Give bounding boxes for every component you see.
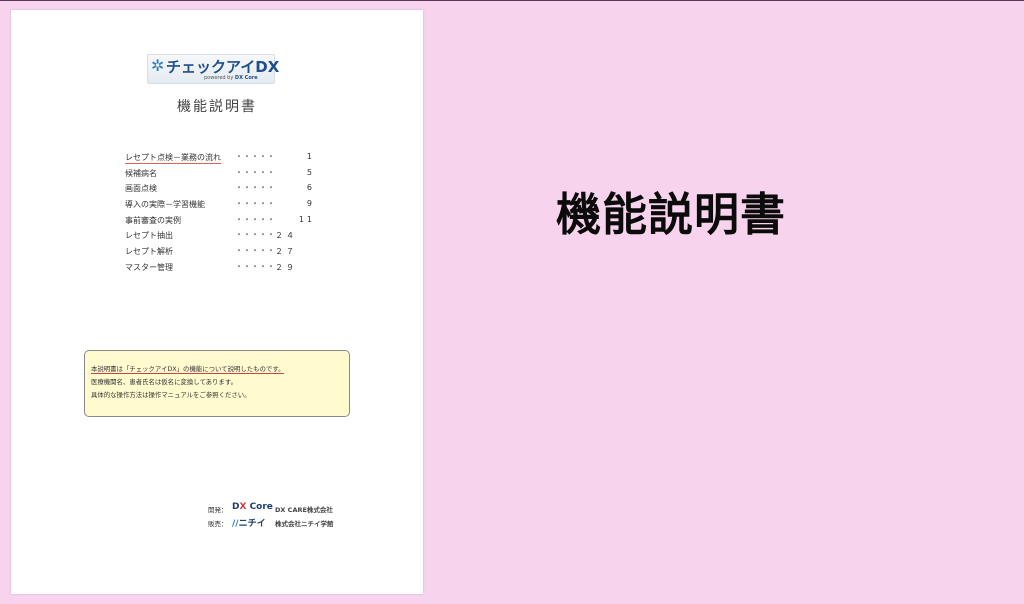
- note-line: 本説明書は「チェックアイDX」の機能について説明したものです。: [91, 365, 285, 374]
- toc-page-number: 6: [306, 183, 315, 193]
- toc-row: 導入の実際－学習機能 ・・・・・ 9: [125, 199, 315, 215]
- toc-row: レセプト点検－業務の流れ ・・・・・ 1: [125, 152, 315, 168]
- toc-page-number: 9: [306, 199, 315, 209]
- developer-company: DX CARE株式会社: [275, 506, 333, 514]
- toc-page-number: ２９: [275, 262, 297, 272]
- credits: 開発： DX Core DX CARE株式会社 販売： //ニチイ 株式会社ニチ…: [208, 502, 378, 530]
- table-of-contents: レセプト点検－業務の流れ ・・・・・ 1 候補病名 ・・・・・ 5 画面点検 ・…: [125, 152, 315, 278]
- toc-dots: ・・・・・: [235, 167, 275, 177]
- slide-heading: 機能説明書: [556, 188, 787, 241]
- toc-label: マスター管理: [125, 262, 173, 272]
- developer-label: 開発：: [208, 506, 228, 514]
- note-line: 医療機関名、患者氏名は仮名に変換してあります。: [91, 378, 237, 386]
- seller-credit: 販売： //ニチイ 株式会社ニチイ学館: [208, 516, 378, 530]
- toc-label: 事前審査の実例: [125, 215, 181, 225]
- toc-dots: ・・・・・: [235, 230, 275, 240]
- product-logo: ✲ チェックアイDX powered by DX Core: [147, 54, 279, 84]
- logo-subtitle: powered by DX Core: [204, 75, 258, 81]
- toc-page-number: 1: [306, 152, 315, 161]
- sparkle-icon: ✲: [151, 56, 165, 75]
- toc-label: レセプト点検－業務の流れ: [125, 153, 221, 164]
- seller-label: 販売：: [208, 520, 228, 528]
- toc-label: 画面点検: [125, 184, 157, 194]
- toc-label: レセプト抽出: [125, 231, 173, 241]
- toc-dots: ・・・・・: [235, 152, 275, 161]
- toc-page-number: 5: [306, 167, 315, 177]
- toc-row: 画面点検 ・・・・・ 6: [125, 183, 315, 199]
- toc-label: 導入の実際－学習機能: [125, 200, 205, 210]
- document-title: 機能説明書: [177, 99, 257, 115]
- dx-core-logo: DX Core: [232, 502, 273, 512]
- toc-page-number: ２４: [275, 231, 297, 241]
- toc-row: マスター管理 ・・・・・ ２９: [125, 262, 315, 278]
- toc-dots: ・・・・・: [235, 246, 275, 256]
- note-line: 具体的な操作方法は操作マニュアルをご参照ください。: [91, 391, 251, 399]
- disclaimer-note: 本説明書は「チェックアイDX」の機能について説明したものです。 医療機関名、患者…: [84, 350, 350, 417]
- nichii-logo: //ニチイ: [232, 519, 266, 529]
- document-page-thumbnail: ✲ チェックアイDX powered by DX Core 機能説明書 レセプト…: [11, 10, 423, 594]
- logo-name: チェックアイDX: [166, 58, 280, 76]
- toc-label: レセプト解析: [125, 247, 173, 257]
- toc-row: レセプト解析 ・・・・・ ２７: [125, 246, 315, 262]
- toc-dots: ・・・・・: [235, 199, 275, 209]
- seller-company: 株式会社ニチイ学館: [275, 520, 334, 528]
- toc-label: 候補病名: [125, 168, 157, 178]
- toc-row: 事前審査の実例 ・・・・・ 11: [125, 215, 315, 231]
- toc-dots: ・・・・・: [235, 183, 275, 193]
- toc-dots: ・・・・・: [235, 214, 275, 224]
- toc-page-number: 11: [298, 214, 315, 224]
- toc-dots: ・・・・・: [235, 261, 275, 271]
- toc-page-number: ２７: [275, 247, 297, 257]
- toc-row: 候補病名 ・・・・・ 5: [125, 168, 315, 184]
- toc-row: レセプト抽出 ・・・・・ ２４: [125, 230, 315, 246]
- top-border-line: [0, 0, 1024, 1]
- developer-credit: 開発： DX Core DX CARE株式会社: [208, 502, 378, 516]
